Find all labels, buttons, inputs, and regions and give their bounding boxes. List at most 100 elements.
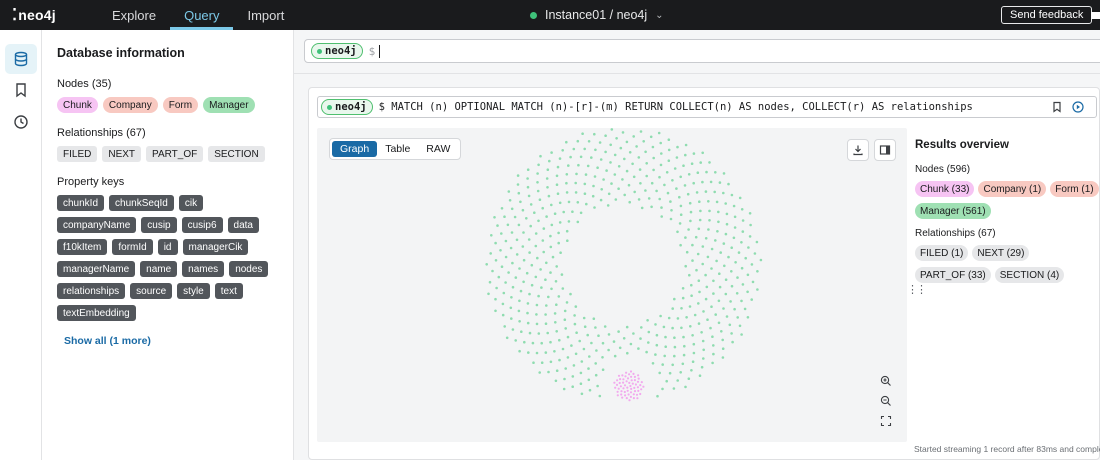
manager-node[interactable] xyxy=(680,307,683,310)
property-key-chip[interactable]: managerCik xyxy=(182,239,249,255)
manager-node[interactable] xyxy=(640,206,644,210)
manager-node[interactable] xyxy=(521,245,525,248)
manager-node[interactable] xyxy=(548,159,551,163)
manager-node[interactable] xyxy=(660,206,663,209)
manager-node[interactable] xyxy=(540,361,544,364)
manager-node[interactable] xyxy=(535,351,539,355)
manager-node[interactable] xyxy=(710,247,714,251)
manager-node[interactable] xyxy=(628,151,632,154)
manager-node[interactable] xyxy=(501,313,505,317)
manager-node[interactable] xyxy=(717,299,721,303)
chunk-node[interactable] xyxy=(625,371,628,374)
manager-node[interactable] xyxy=(500,232,503,235)
manager-node[interactable] xyxy=(488,280,492,284)
chunk-node[interactable] xyxy=(640,388,643,391)
manager-node[interactable] xyxy=(572,364,576,367)
manager-node[interactable] xyxy=(566,239,569,242)
manager-node[interactable] xyxy=(661,387,664,391)
manager-node[interactable] xyxy=(544,278,547,281)
manager-node[interactable] xyxy=(645,174,648,178)
manager-node[interactable] xyxy=(663,354,666,358)
manager-node[interactable] xyxy=(555,303,558,306)
property-key-chip[interactable]: textEmbedding xyxy=(57,305,136,321)
manager-node[interactable] xyxy=(534,275,538,279)
manager-node[interactable] xyxy=(528,292,531,296)
manager-node[interactable] xyxy=(673,345,677,349)
manager-node[interactable] xyxy=(565,140,568,144)
manager-node[interactable] xyxy=(594,148,597,152)
manager-node[interactable] xyxy=(549,245,553,249)
manager-node[interactable] xyxy=(613,354,617,358)
manager-node[interactable] xyxy=(738,324,742,328)
manager-node[interactable] xyxy=(540,341,543,345)
manager-node[interactable] xyxy=(574,352,578,356)
manager-node[interactable] xyxy=(637,156,641,159)
manager-node[interactable] xyxy=(708,219,711,222)
manager-node[interactable] xyxy=(690,369,693,372)
manager-node[interactable] xyxy=(537,294,540,298)
chunk-node[interactable] xyxy=(636,380,640,383)
manager-node[interactable] xyxy=(658,197,661,201)
property-key-chip[interactable]: names xyxy=(182,261,225,277)
property-key-chip[interactable]: chunkSeqId xyxy=(109,195,174,211)
manager-node[interactable] xyxy=(711,335,714,338)
manager-node[interactable] xyxy=(638,168,642,171)
manager-node[interactable] xyxy=(671,179,674,182)
manager-node[interactable] xyxy=(536,172,539,175)
manager-node[interactable] xyxy=(729,300,732,303)
manager-node[interactable] xyxy=(673,336,676,339)
manager-node[interactable] xyxy=(558,201,562,205)
manager-node[interactable] xyxy=(730,193,734,197)
manager-node[interactable] xyxy=(494,259,498,262)
manager-node[interactable] xyxy=(563,377,566,381)
manager-node[interactable] xyxy=(712,344,715,347)
manager-node[interactable] xyxy=(732,204,736,208)
manager-node[interactable] xyxy=(613,173,617,176)
manager-node[interactable] xyxy=(697,322,701,325)
manager-node[interactable] xyxy=(667,138,671,141)
manager-node[interactable] xyxy=(561,347,565,351)
manager-node[interactable] xyxy=(730,270,733,273)
chunk-node[interactable] xyxy=(626,389,629,392)
chunk-node[interactable] xyxy=(636,386,639,389)
manager-node[interactable] xyxy=(540,286,543,289)
manager-node[interactable] xyxy=(518,320,521,323)
manager-node[interactable] xyxy=(607,333,611,336)
raw-view-button[interactable]: RAW xyxy=(418,141,458,157)
manager-node[interactable] xyxy=(721,347,725,350)
manager-node[interactable] xyxy=(740,333,743,336)
manager-node[interactable] xyxy=(724,232,728,236)
overview-relationship-chip[interactable]: SECTION (4) xyxy=(994,267,1065,283)
manager-node[interactable] xyxy=(587,140,591,143)
manager-node[interactable] xyxy=(545,177,549,180)
manager-node[interactable] xyxy=(531,341,535,345)
manager-node[interactable] xyxy=(750,263,754,266)
manager-node[interactable] xyxy=(603,325,607,328)
manager-node[interactable] xyxy=(655,333,659,337)
manager-node[interactable] xyxy=(557,231,560,235)
manager-node[interactable] xyxy=(700,365,704,369)
manager-node[interactable] xyxy=(735,292,739,295)
chunk-node[interactable] xyxy=(631,382,634,385)
manager-node[interactable] xyxy=(713,190,716,194)
manager-node[interactable] xyxy=(567,200,571,204)
manager-node[interactable] xyxy=(664,335,667,339)
chunk-node[interactable] xyxy=(630,375,633,378)
manager-node[interactable] xyxy=(755,240,759,244)
manager-node[interactable] xyxy=(667,148,671,152)
manager-node[interactable] xyxy=(694,235,698,239)
manager-node[interactable] xyxy=(510,296,513,299)
manager-node[interactable] xyxy=(518,349,521,353)
graph-visualization[interactable]: Graph Table RAW xyxy=(317,128,907,442)
manager-node[interactable] xyxy=(516,183,520,186)
manager-node[interactable] xyxy=(736,316,739,319)
manager-node[interactable] xyxy=(579,211,583,215)
manager-node[interactable] xyxy=(494,309,497,313)
node-label-chip[interactable]: Form xyxy=(162,97,199,113)
manager-node[interactable] xyxy=(536,189,540,193)
chunk-node[interactable] xyxy=(632,393,635,396)
chunk-node[interactable] xyxy=(633,386,636,389)
manager-node[interactable] xyxy=(625,169,629,173)
manager-node[interactable] xyxy=(574,305,578,308)
manager-node[interactable] xyxy=(583,147,586,151)
